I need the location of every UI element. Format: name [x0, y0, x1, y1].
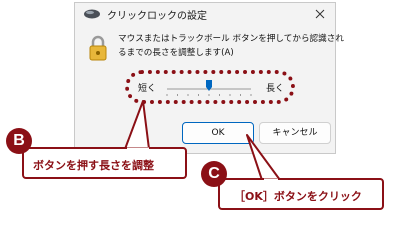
callout-c-text: ［OK］ボタンをクリック	[234, 190, 362, 203]
slider-highlight	[125, 70, 295, 104]
close-icon[interactable]	[311, 5, 329, 23]
lock-icon	[89, 35, 107, 61]
callout-c: ［OK］ボタンをクリック	[218, 178, 384, 210]
ok-button[interactable]: OK	[182, 122, 254, 144]
badge-c: C	[201, 161, 227, 187]
dialog-title: クリックロックの設定	[107, 11, 207, 22]
instruction-text: マウスまたはトラックボール ボタンを押してから認識され るまでの長さを調整します…	[118, 32, 344, 60]
instruction-line-1: マウスまたはトラックボール ボタンを押してから認識され	[118, 34, 344, 44]
cancel-button[interactable]: キャンセル	[259, 122, 331, 144]
badge-b: B	[6, 128, 32, 154]
callout-b-text: ボタンを押す長さを調整	[33, 159, 154, 172]
instruction-line-2: るまでの長さを調整します(A)	[118, 48, 234, 58]
mouse-icon	[84, 9, 100, 19]
title-bar: クリックロックの設定	[75, 3, 335, 25]
callout-b: ボタンを押す長さを調整	[22, 147, 187, 179]
